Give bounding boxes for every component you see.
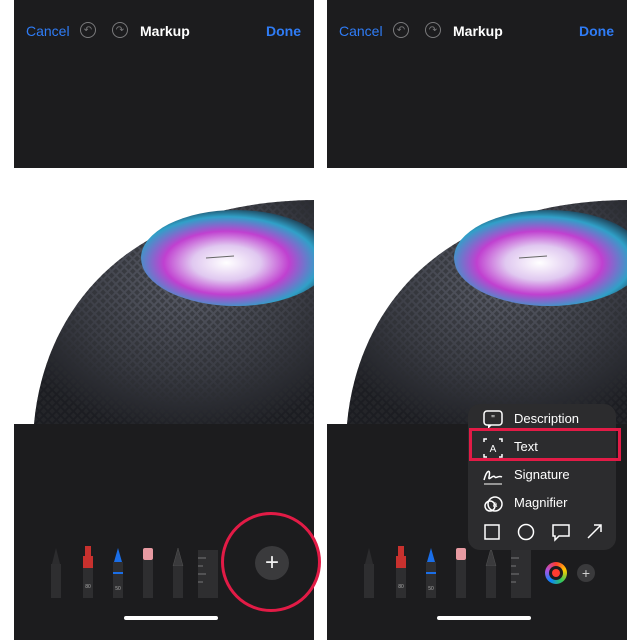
menu-item-label: Signature [514,467,570,482]
marker-tool[interactable]: 80 [393,546,409,598]
shape-row [468,516,616,550]
redo-icon[interactable]: ↷ [425,22,441,38]
arrow-icon[interactable] [586,522,604,540]
page-title: Markup [453,23,503,39]
marker-tool[interactable]: 80 [80,546,96,598]
pen-tool[interactable] [48,548,64,598]
speech-bubble-icon[interactable] [551,522,571,542]
svg-text:50: 50 [428,586,434,592]
pencil-tool[interactable]: 50 [110,548,126,598]
signature-icon [483,470,503,485]
undo-icon[interactable]: ↶ [80,22,96,38]
done-button[interactable]: Done [266,23,301,39]
lasso-tool[interactable] [483,548,499,598]
image-margin [14,168,314,192]
ruler-tool[interactable] [198,550,218,598]
magnifier-icon: a [484,496,503,512]
svg-text:80: 80 [398,584,404,590]
add-button[interactable]: + [255,546,289,580]
cancel-button[interactable]: Cancel [26,23,70,39]
pen-tool[interactable] [361,548,377,598]
menu-item-label: Magnifier [514,495,568,510]
color-picker-icon[interactable] [545,562,567,584]
homepod-photo [14,192,314,424]
image-margin [327,168,627,192]
menu-item-label: Description [514,411,580,426]
redo-icon[interactable]: ↷ [112,22,128,38]
svg-text:a: a [493,500,498,509]
cancel-button[interactable]: Cancel [339,23,383,39]
top-bar: Cancel ↶ ↷ Markup Done [327,0,627,48]
home-indicator [437,616,531,620]
undo-icon[interactable]: ↶ [393,22,409,38]
document-area-top [327,48,627,168]
text-item-highlight-box [469,428,621,461]
selected-color-dot [552,569,560,577]
page-title: Markup [140,23,190,39]
homepod-photo [327,192,627,424]
svg-text:50: 50 [115,586,121,592]
add-button[interactable]: + [577,564,595,582]
document-area-top [14,48,314,168]
home-indicator [124,616,218,620]
top-bar: Cancel ↶ ↷ Markup Done [14,0,314,48]
svg-text:80: 80 [85,584,91,590]
svg-text:": " [491,414,495,425]
eraser-tool[interactable] [453,548,469,598]
pencil-tool[interactable]: 50 [423,548,439,598]
menu-item-signature[interactable]: Signature [468,462,616,490]
lasso-tool[interactable] [170,548,186,598]
eraser-tool[interactable] [140,548,156,598]
done-button[interactable]: Done [579,23,614,39]
ruler-tool[interactable] [511,550,531,598]
circle-icon[interactable] [517,523,535,541]
add-menu-popover: " Description A Text Signature a Magnifi… [468,404,616,550]
menu-item-magnifier[interactable]: a Magnifier [468,490,616,518]
square-icon[interactable] [484,524,500,540]
